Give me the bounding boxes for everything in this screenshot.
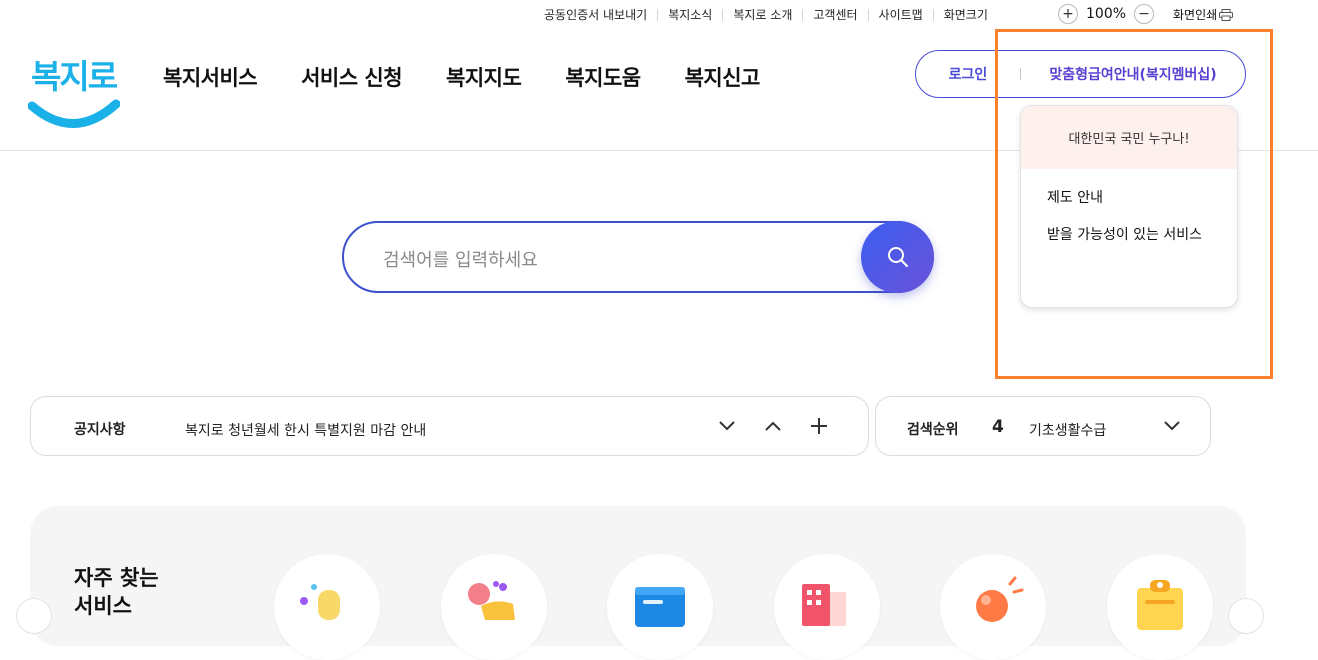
printer-icon: [1219, 8, 1234, 21]
logo-mark: 복지로: [27, 57, 121, 128]
print-label: 화면인쇄: [1173, 8, 1218, 22]
alert-bulb-icon: [976, 576, 1024, 622]
nav-welfare-report[interactable]: 복지신고: [685, 62, 761, 92]
zoom-out-button[interactable]: −: [1134, 4, 1155, 24]
chevron-up-icon[interactable]: [762, 415, 784, 437]
search-input[interactable]: 검색어를 입력하세요: [383, 246, 538, 272]
svg-text:복지로: 복지로: [31, 57, 118, 96]
customer-center-link[interactable]: 고객센터: [803, 9, 869, 21]
screen-size-label: 화면크기: [943, 8, 988, 22]
zoom-control: + 100% −: [1058, 4, 1155, 24]
nav-welfare-help[interactable]: 복지도움: [565, 62, 641, 92]
print-button[interactable]: 화면인쇄: [1173, 6, 1234, 23]
main-nav: 복지서비스 서비스 신청 복지지도 복지도움 복지신고: [163, 62, 760, 92]
frequent-services-title: 자주 찾는 서비스: [74, 566, 159, 618]
building-icon: [802, 584, 846, 626]
carousel-next-button[interactable]: [1228, 598, 1264, 634]
search-box: 검색어를 입력하세요: [342, 221, 934, 293]
nav-welfare-map[interactable]: 복지지도: [446, 62, 522, 92]
sitemap-link[interactable]: 사이트맵: [869, 9, 934, 21]
search-ranking-bar: 검색순위 4 기초생활수급: [875, 396, 1211, 456]
chevron-down-icon[interactable]: [1161, 415, 1183, 437]
notice-label: 공지사항: [74, 422, 126, 438]
chevron-down-icon[interactable]: [716, 415, 738, 437]
service-item-4[interactable]: [774, 554, 880, 660]
hand-heart-icon: [468, 581, 515, 620]
plus-icon[interactable]: [808, 415, 830, 437]
service-item-5[interactable]: [940, 554, 1046, 660]
cert-export-link[interactable]: 공동인증서 내보내기: [544, 9, 659, 21]
ranking-label: 검색순위: [907, 422, 959, 438]
ranking-keyword[interactable]: 기초생활수급: [1029, 420, 1106, 440]
notice-text[interactable]: 복지로 청년월세 한시 특별지원 마감 안내: [185, 420, 426, 440]
highlight-box: [995, 29, 1273, 379]
zoom-in-button[interactable]: +: [1058, 4, 1078, 24]
about-link[interactable]: 복지로 소개: [723, 9, 804, 21]
service-item-1[interactable]: [274, 554, 380, 660]
coin-icon: [300, 584, 340, 620]
service-item-2[interactable]: [441, 554, 547, 660]
nav-service-application[interactable]: 서비스 신청: [301, 62, 402, 92]
notice-bar: 공지사항 복지로 청년월세 한시 특별지원 마감 안내: [30, 396, 869, 456]
frequent-services-panel: 자주 찾는 서비스: [30, 506, 1246, 660]
ranking-number: 4: [992, 417, 1004, 437]
search-button[interactable]: [861, 221, 934, 293]
welfare-news-link[interactable]: 복지소식: [658, 9, 724, 21]
service-item-3[interactable]: [607, 554, 713, 660]
service-item-6[interactable]: [1107, 554, 1213, 660]
document-icon: [635, 587, 685, 627]
zoom-level: 100%: [1086, 6, 1127, 22]
clipboard-icon: [1137, 580, 1183, 630]
site-logo[interactable]: 복지로: [27, 46, 121, 132]
utility-bar: 공동인증서 내보내기 복지소식 복지로 소개 고객센터 사이트맵 화면크기: [544, 6, 998, 24]
search-icon: [887, 247, 908, 268]
carousel-prev-button[interactable]: [16, 598, 52, 634]
nav-welfare-services[interactable]: 복지서비스: [163, 62, 258, 92]
